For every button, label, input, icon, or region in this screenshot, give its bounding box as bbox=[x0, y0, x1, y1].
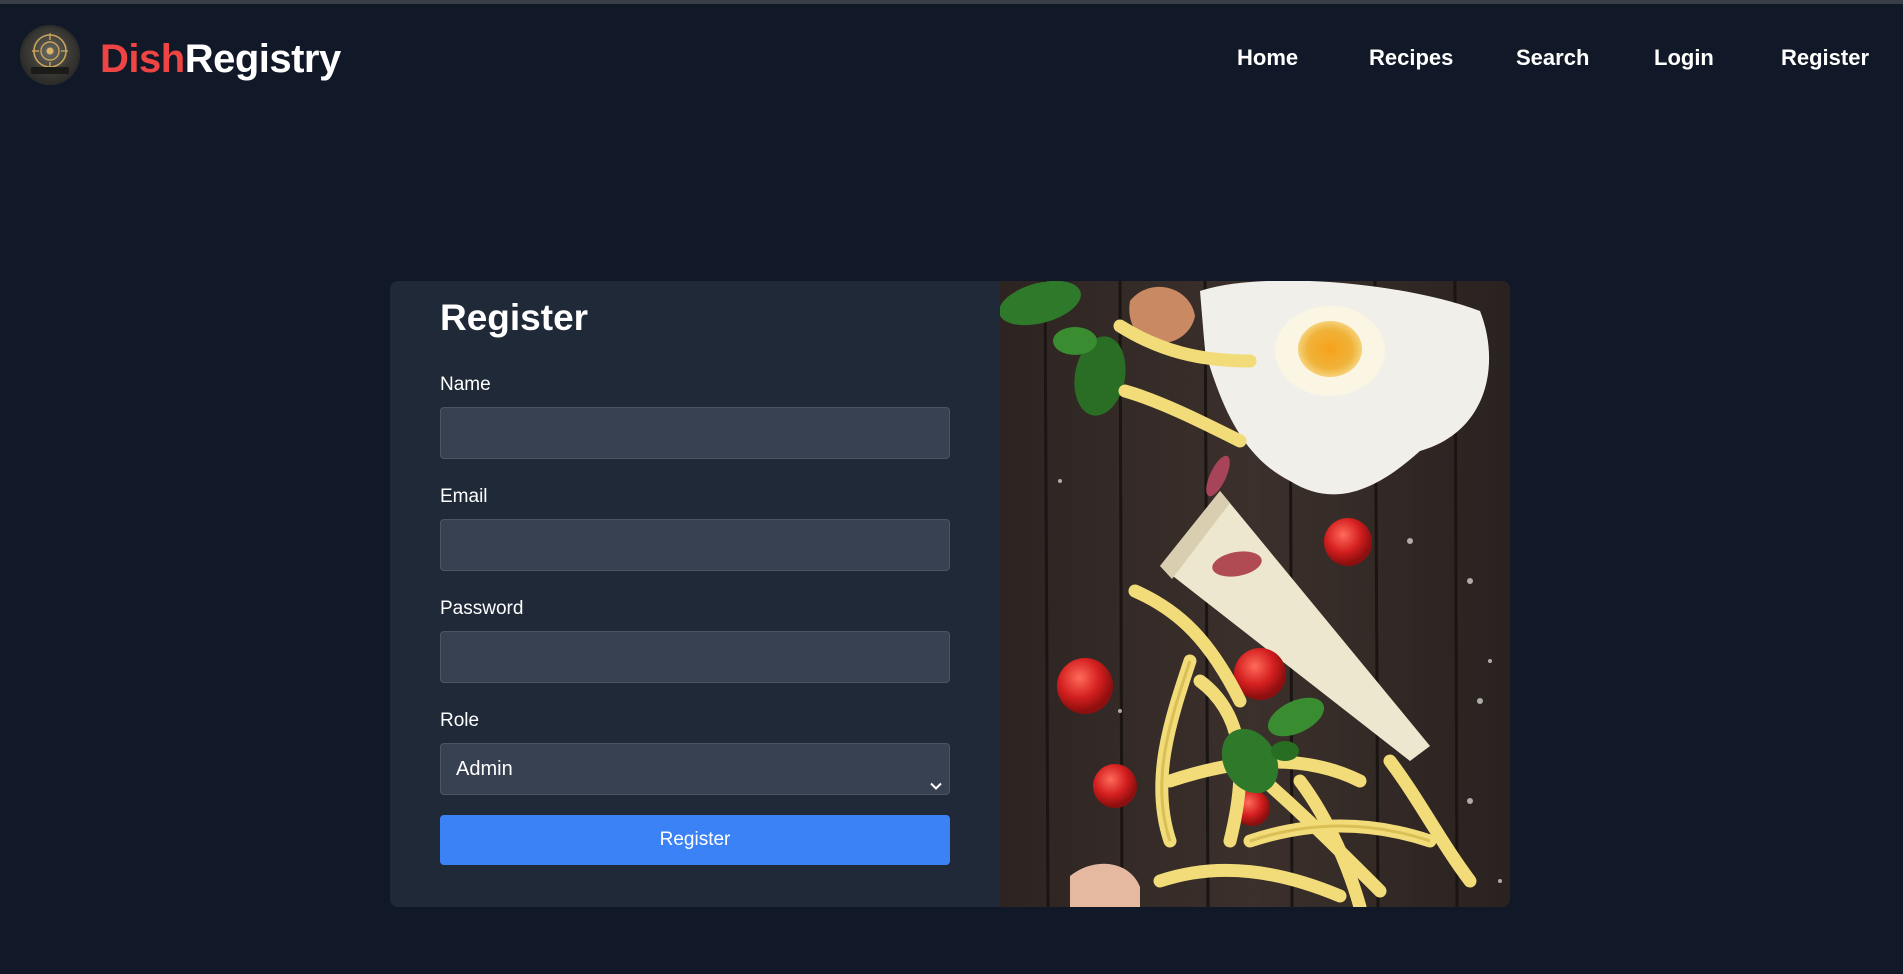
register-submit-button[interactable]: Register bbox=[440, 815, 950, 865]
nav-register[interactable]: Register bbox=[1781, 44, 1869, 72]
name-input[interactable] bbox=[440, 407, 950, 459]
role-select-value: Admin bbox=[456, 758, 513, 780]
name-label: Name bbox=[440, 374, 491, 395]
nav-login[interactable]: Login bbox=[1654, 44, 1714, 72]
dish-network-badge-icon[interactable] bbox=[20, 25, 80, 85]
form-title: Register bbox=[440, 297, 589, 338]
register-card: Register Name Email Password Role Admin … bbox=[390, 281, 1510, 907]
email-input[interactable] bbox=[440, 519, 950, 571]
brand-part-1: Dish bbox=[100, 37, 185, 81]
brand-part-2: Registry bbox=[184, 37, 342, 81]
role-select[interactable]: Admin bbox=[440, 743, 950, 795]
navbar: DishRegistry Home Recipes Search Login R… bbox=[0, 4, 1903, 108]
nav-search[interactable]: Search bbox=[1516, 44, 1589, 72]
email-label: Email bbox=[440, 486, 488, 507]
password-input[interactable] bbox=[440, 631, 950, 683]
pasta-ingredients-photo bbox=[999, 281, 1510, 907]
nav-recipes[interactable]: Recipes bbox=[1369, 44, 1453, 72]
register-form: Register Name Email Password Role Admin … bbox=[390, 281, 1000, 907]
nav-home[interactable]: Home bbox=[1237, 44, 1298, 72]
chevron-down-icon bbox=[929, 762, 943, 812]
password-label: Password bbox=[440, 598, 524, 619]
role-label: Role bbox=[440, 710, 480, 731]
brand-logo[interactable]: DishRegistry bbox=[100, 36, 341, 82]
